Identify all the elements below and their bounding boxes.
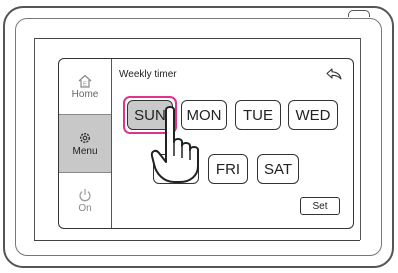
sidebar-item-label: Menu <box>72 145 98 157</box>
day-button-sat[interactable]: SAT <box>257 154 299 184</box>
sidebar-item-label: Home <box>71 88 99 100</box>
bezel-edge <box>34 38 35 240</box>
pointing-hand-icon <box>150 106 199 183</box>
sidebar-item-on[interactable]: On <box>59 173 111 228</box>
sidebar-item-label: On <box>78 203 92 214</box>
power-icon <box>79 189 91 202</box>
back-arrow-icon[interactable] <box>325 67 343 81</box>
gear-icon <box>79 132 91 143</box>
day-button-fri[interactable]: FRI <box>208 154 248 184</box>
sidebar: E Home Menu On <box>59 59 112 228</box>
home-icon: E <box>78 74 92 88</box>
day-button-tue[interactable]: TUE <box>235 100 281 130</box>
touch-screen: E Home Menu On Weekly timer SUN MON TUE … <box>58 58 354 229</box>
hardware-button[interactable] <box>348 10 370 17</box>
sidebar-item-home[interactable]: E Home <box>59 59 111 115</box>
bezel-edge <box>360 38 361 240</box>
page-title: Weekly timer <box>119 69 177 80</box>
sidebar-item-menu[interactable]: Menu <box>59 115 111 173</box>
day-button-wed[interactable]: WED <box>288 100 338 130</box>
set-button[interactable]: Set <box>300 197 340 215</box>
svg-text:E: E <box>83 81 87 87</box>
bezel-edge <box>34 38 360 39</box>
bezel-edge <box>34 240 360 241</box>
